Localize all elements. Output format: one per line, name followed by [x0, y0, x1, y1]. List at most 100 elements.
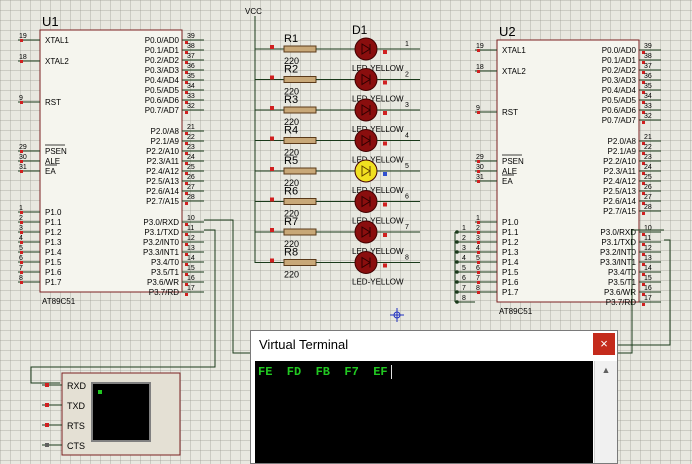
pin-name: P1.3 — [45, 238, 62, 247]
resistor-3[interactable]: R3220 — [255, 94, 357, 127]
net-label: 5 — [462, 265, 466, 272]
pin-name: P1.1 — [45, 218, 62, 227]
net-label: 1 — [405, 41, 409, 48]
pin-name: P3.5/T1 — [151, 268, 180, 277]
resistor-value: 220 — [284, 270, 299, 280]
pin-name: XTAL1 — [45, 36, 69, 45]
pin-name: P3.3/INT1 — [600, 258, 637, 267]
pin-number: 32 — [187, 103, 195, 110]
resistor-1[interactable]: R1220 — [255, 33, 357, 66]
pin-number: 36 — [644, 73, 652, 80]
virtual-terminal-window[interactable]: Virtual Terminal × FE FD FB F7 EF ▲ — [250, 330, 618, 464]
pin-name: P0.4/AD4 — [145, 76, 180, 85]
junction-dot — [455, 240, 459, 244]
led-8[interactable]: LED-YELLOW 8 — [352, 251, 420, 287]
pin-marker — [20, 251, 23, 254]
pin-name: P0.4/AD4 — [602, 86, 637, 95]
pin-marker — [20, 231, 23, 234]
pin-number: 26 — [644, 184, 652, 191]
close-button[interactable]: × — [593, 333, 615, 355]
junction-dot — [455, 250, 459, 254]
pin-name: P1.7 — [45, 278, 62, 287]
pin-name: P2.7/A15 — [146, 197, 179, 206]
terminal-device[interactable]: RXD TXD RTS CTS — [42, 372, 181, 456]
terminal-device-cursor — [98, 390, 102, 394]
pin-marker — [20, 150, 23, 153]
led-1[interactable]: D1LED-YELLOW1 — [352, 23, 420, 73]
virtual-terminal-titlebar[interactable]: Virtual Terminal × — [251, 331, 617, 359]
net-label: 6 — [462, 275, 466, 282]
led-5[interactable]: LED-YELLOW5 — [352, 159, 420, 195]
pin-number: 2 — [476, 225, 480, 232]
pin-number: 27 — [644, 194, 652, 201]
u2-ref: U2 — [499, 24, 516, 39]
pin-number: 38 — [644, 53, 652, 60]
resistor-8[interactable]: R8 220 — [255, 247, 357, 280]
led-3[interactable]: LED-YELLOW3 — [352, 98, 420, 134]
u1-chip[interactable]: U1AT89C5119 XTAL118 XTAL29 RST29 PSEN30 ALE31… — [18, 14, 204, 306]
pin-name: P0.7/AD7 — [602, 116, 637, 125]
pin-name: P2.4/A12 — [603, 177, 636, 186]
pin-name: P0.6/AD6 — [145, 96, 180, 105]
pin-name: P0.6/AD6 — [602, 106, 637, 115]
pin-number: 8 — [476, 285, 480, 292]
pin-number: 13 — [187, 245, 195, 252]
pin-name: P2.7/A15 — [603, 207, 636, 216]
pin-number: 18 — [19, 54, 27, 61]
pin-name: P3.4/T0 — [151, 258, 180, 267]
net-label: 5 — [405, 163, 409, 170]
u2-chip[interactable]: U2AT89C5119 XTAL118 XTAL29 RST29 PSEN30 ALE31… — [475, 24, 661, 316]
pin-number: 28 — [644, 204, 652, 211]
resistor-7[interactable]: R7220 — [255, 216, 357, 249]
pin-name: P2.0/A8 — [151, 127, 180, 136]
pin-marker — [270, 228, 274, 232]
led-body — [354, 129, 378, 152]
net-label: 4 — [405, 133, 409, 140]
pin-marker — [270, 45, 274, 49]
pin-number: 14 — [644, 265, 652, 272]
pin-number: 15 — [644, 275, 652, 282]
pin-marker — [383, 172, 387, 176]
pin-number: 4 — [476, 245, 480, 252]
junction-dot — [455, 260, 459, 264]
led-6[interactable]: LED-YELLOW6 — [352, 190, 420, 226]
pin-marker — [477, 70, 480, 73]
scroll-up-arrow-icon[interactable]: ▲ — [595, 361, 617, 379]
pin-name: P0.2/AD2 — [145, 56, 180, 65]
pin-name: RST — [45, 98, 61, 107]
pin-name: P1.4 — [502, 258, 519, 267]
pin-name: P2.4/A12 — [146, 167, 179, 176]
terminal-output-line: FE FD FB F7 EF — [258, 365, 392, 379]
pin-marker — [383, 80, 387, 85]
resistor-ref: R4 — [284, 125, 298, 137]
pin-name: P3.7/RD — [149, 288, 179, 297]
pin-marker — [20, 271, 23, 274]
pin-name: P2.1/A9 — [151, 137, 180, 146]
net-label: 2 — [462, 235, 466, 242]
pin-name: P1.0 — [502, 218, 519, 227]
pin-name: P1.5 — [45, 258, 62, 267]
pin-name: P2.3/A11 — [147, 157, 180, 166]
led-4[interactable]: LED-YELLOW4 — [352, 129, 420, 165]
pin-marker — [477, 111, 480, 114]
led-7[interactable]: LED-YELLOW7 — [352, 220, 420, 256]
led-2[interactable]: LED-YELLOW2 — [352, 68, 420, 104]
pin-name: P3.2/INT0 — [143, 238, 180, 247]
pin-marker — [477, 271, 480, 274]
pin-name: P3.6/WR — [147, 278, 179, 287]
pin-number: 16 — [644, 285, 652, 292]
virtual-terminal-screen[interactable]: FE FD FB F7 EF — [255, 361, 593, 463]
resistor-6[interactable]: R6220 — [255, 186, 357, 219]
resistor-5[interactable]: R5220 — [255, 155, 357, 188]
pin-marker — [270, 136, 274, 141]
resistor-2[interactable]: R2220 — [255, 64, 357, 97]
pin-number: 30 — [476, 164, 484, 171]
pin-name: P0.1/AD1 — [602, 56, 637, 65]
resistor-body — [283, 259, 317, 266]
pin-number: 2 — [19, 215, 23, 222]
resistor-body — [283, 198, 317, 205]
pin-name: P2.6/A14 — [146, 187, 179, 196]
pin-number: 9 — [19, 95, 23, 102]
terminal-scrollbar[interactable]: ▲ — [594, 361, 617, 463]
resistor-4[interactable]: R4220 — [255, 125, 357, 158]
